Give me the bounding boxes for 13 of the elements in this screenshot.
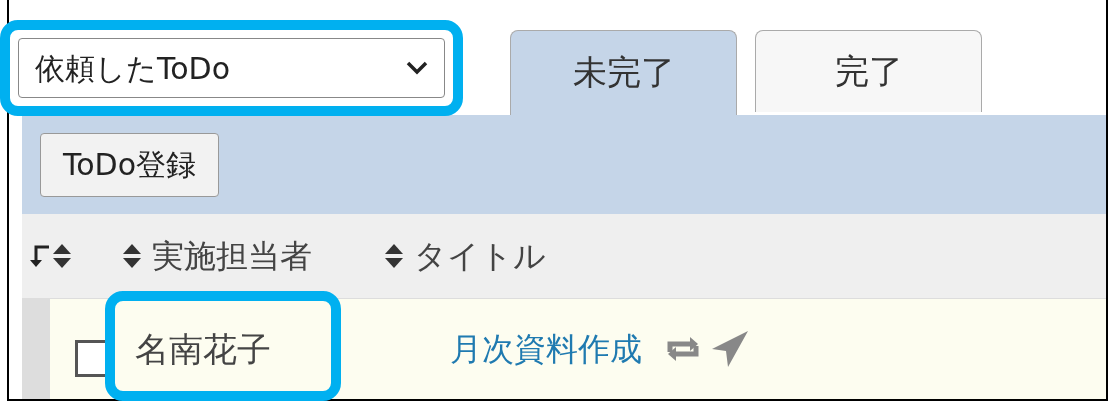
tab[interactable]: 未完了 bbox=[510, 29, 737, 115]
sort-icon[interactable] bbox=[384, 243, 404, 270]
filter-select[interactable]: 依頼したToDo bbox=[18, 38, 445, 98]
chevron-down-icon bbox=[406, 61, 428, 75]
column-header[interactable]: タイトル bbox=[414, 232, 546, 281]
arrow-down-left-icon[interactable] bbox=[28, 244, 50, 269]
todo-title-link[interactable]: 月次資料作成 bbox=[450, 325, 642, 374]
tab[interactable]: 完了 bbox=[755, 29, 982, 112]
register-todo-button[interactable]: ToDo登録 bbox=[40, 132, 220, 197]
sort-icon[interactable] bbox=[52, 243, 72, 270]
column-header[interactable]: 実施担当者 bbox=[152, 232, 312, 281]
table-cell: 名南花子 bbox=[135, 328, 271, 369]
sort-icon[interactable] bbox=[122, 243, 142, 270]
